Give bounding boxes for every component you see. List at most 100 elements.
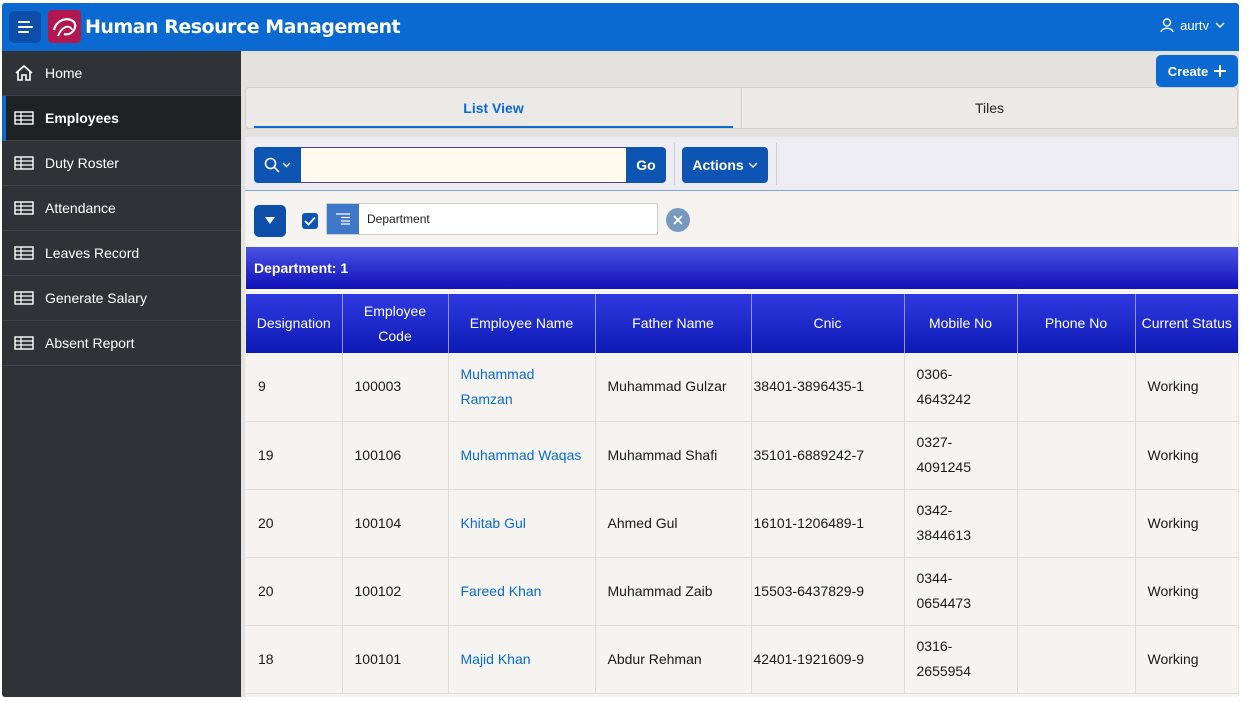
column-header[interactable]: Phone No xyxy=(1017,294,1136,353)
table-icon xyxy=(14,335,34,351)
phone-cell xyxy=(1017,421,1136,490)
mobile-cell: 0327-4091245 xyxy=(904,421,1018,490)
employee-name-link[interactable]: Khitab Gul xyxy=(448,489,596,558)
designation-cell: 20 xyxy=(246,557,343,626)
employees-report: Go Actions Department Department: 1 Desi… xyxy=(245,137,1238,697)
column-header[interactable]: Mobile No xyxy=(904,294,1018,353)
app-frame: Human Resource Management aurtv Home Emp… xyxy=(2,3,1239,697)
column-header[interactable]: Employee Code xyxy=(342,294,449,353)
mobile-cell: 0344-0654473 xyxy=(904,557,1018,626)
table-row: 19 100106 Muhammad Waqas Muhammad Shafi … xyxy=(246,421,1238,490)
chevron-down-icon xyxy=(1215,22,1225,29)
app-logo xyxy=(48,10,81,43)
table-row: 9 100003 Muhammad Ramzan Muhammad Gulzar… xyxy=(246,353,1238,422)
create-button[interactable]: Create xyxy=(1156,55,1238,87)
father-name-cell: Muhammad Gulzar xyxy=(595,353,752,422)
sidebar-item-home[interactable]: Home xyxy=(2,51,241,96)
actions-label: Actions xyxy=(692,157,744,173)
table-header-row: Designation Employee Code Employee Name … xyxy=(246,294,1238,353)
cnic-cell: 15503-6437829-9 xyxy=(751,557,905,626)
table-row: 20 100104 Khitab Gul Ahmed Gul 16101-120… xyxy=(246,489,1238,558)
hamburger-menu-button[interactable] xyxy=(9,11,41,43)
toolbar-divider xyxy=(776,143,777,185)
employee-code-cell: 100003 xyxy=(342,353,449,422)
column-header[interactable]: Employee Name xyxy=(448,294,596,353)
employee-code-cell: 100104 xyxy=(342,489,449,558)
employee-code-cell: 100101 xyxy=(342,625,449,694)
employee-name-link[interactable]: Muhammad Waqas xyxy=(448,421,596,490)
father-name-cell: Muhammad Zaib xyxy=(595,557,752,626)
table-icon xyxy=(14,290,34,306)
collapse-toggle-button[interactable] xyxy=(254,205,286,237)
search-column-button[interactable] xyxy=(254,147,301,183)
remove-filter-button[interactable] xyxy=(666,208,690,232)
cnic-cell: 42401-1921609-9 xyxy=(751,625,905,694)
column-header[interactable]: Designation xyxy=(246,294,343,353)
status-cell: Working xyxy=(1135,625,1238,694)
cnic-cell: 16101-1206489-1 xyxy=(751,489,905,558)
sidebar-item-label: Attendance xyxy=(45,200,116,216)
employee-name-link[interactable]: Majid Khan xyxy=(448,625,596,694)
view-tabs: List View Tiles xyxy=(245,87,1238,129)
employees-table: Designation Employee Code Employee Name … xyxy=(246,294,1238,694)
status-cell: Working xyxy=(1135,489,1238,558)
user-icon xyxy=(1160,18,1174,33)
sidebar-item-label: Home xyxy=(45,65,83,81)
father-name-cell: Muhammad Shafi xyxy=(595,421,752,490)
user-name: aurtv xyxy=(1180,18,1209,33)
toolbar-divider xyxy=(674,143,675,185)
control-break-icon xyxy=(327,204,359,234)
tab-tiles[interactable]: Tiles xyxy=(742,88,1237,128)
phone-cell xyxy=(1017,353,1136,422)
table-icon xyxy=(14,155,34,171)
designation-cell: 19 xyxy=(246,421,343,490)
sidebar-item-leaves-record[interactable]: Leaves Record xyxy=(2,231,241,276)
filter-enabled-checkbox[interactable] xyxy=(302,213,318,229)
report-toolbar: Go Actions xyxy=(245,137,1238,191)
table-icon xyxy=(14,245,34,261)
user-menu[interactable]: aurtv xyxy=(1160,18,1225,33)
status-cell: Working xyxy=(1135,557,1238,626)
designation-cell: 9 xyxy=(246,353,343,422)
home-icon xyxy=(14,64,34,81)
app-title: Human Resource Management xyxy=(85,16,401,38)
triangle-down-icon xyxy=(265,217,275,224)
sidebar-item-employees[interactable]: Employees xyxy=(2,96,241,141)
designation-cell: 18 xyxy=(246,625,343,694)
control-break-row: Department xyxy=(245,203,1238,239)
top-header: Human Resource Management aurtv xyxy=(2,3,1239,51)
sidebar-item-duty-roster[interactable]: Duty Roster xyxy=(2,141,241,186)
sidebar-item-attendance[interactable]: Attendance xyxy=(2,186,241,231)
control-break-label: Department xyxy=(367,212,430,226)
tab-list-view[interactable]: List View xyxy=(246,88,742,128)
sidebar-item-label: Generate Salary xyxy=(45,290,147,306)
employee-code-cell: 100106 xyxy=(342,421,449,490)
search-icon xyxy=(264,157,280,173)
actions-button[interactable]: Actions xyxy=(682,147,768,183)
status-cell: Working xyxy=(1135,421,1238,490)
table-row: 20 100102 Fareed Khan Muhammad Zaib 1550… xyxy=(246,557,1238,626)
column-header[interactable]: Cnic xyxy=(751,294,905,353)
employee-code-cell: 100102 xyxy=(342,557,449,626)
sidebar-item-label: Leaves Record xyxy=(45,245,140,261)
employee-name-link[interactable]: Fareed Khan xyxy=(448,557,596,626)
column-header[interactable]: Father Name xyxy=(595,294,752,353)
sidebar-item-generate-salary[interactable]: Generate Salary xyxy=(2,276,241,321)
phone-cell xyxy=(1017,625,1136,694)
plus-icon xyxy=(1214,65,1227,77)
cnic-cell: 35101-6889242-7 xyxy=(751,421,905,490)
search-input[interactable] xyxy=(301,147,626,183)
sidebar-item-absent-report[interactable]: Absent Report xyxy=(2,321,241,366)
go-button[interactable]: Go xyxy=(626,147,666,183)
control-break-chip[interactable]: Department xyxy=(326,203,658,235)
check-icon xyxy=(304,216,316,226)
mobile-cell: 0342-3844613 xyxy=(904,489,1018,558)
cnic-cell: 38401-3896435-1 xyxy=(751,353,905,422)
father-name-cell: Ahmed Gul xyxy=(595,489,752,558)
employee-name-link[interactable]: Muhammad Ramzan xyxy=(448,353,596,422)
phone-cell xyxy=(1017,557,1136,626)
father-name-cell: Abdur Rehman xyxy=(595,625,752,694)
column-header[interactable]: Current Status xyxy=(1135,294,1238,353)
chevron-down-icon xyxy=(748,162,758,168)
close-icon xyxy=(673,215,683,225)
